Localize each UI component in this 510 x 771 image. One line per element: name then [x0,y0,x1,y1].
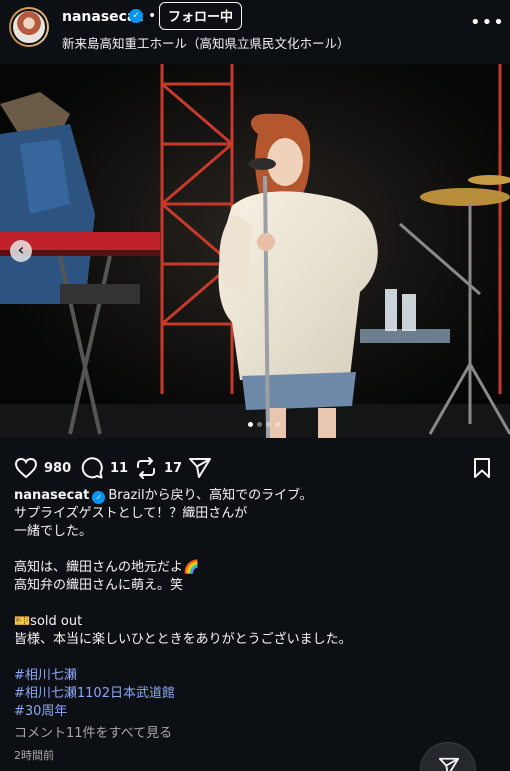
more-options-icon[interactable]: ••• [470,12,505,33]
comment-count: 11 [110,460,129,476]
hashtag-link[interactable]: #相川七瀬1102日本武道館 [14,685,494,703]
repost-count: 17 [164,460,183,476]
heart-icon [14,457,38,479]
caption-text: 一緒でした。 [14,524,93,539]
caption-text: Brazilから戻り、高知でのライブ。 [108,488,313,503]
carousel-dot [266,422,271,427]
like-count[interactable]: 980 [44,461,71,476]
concert-photo-image [0,64,510,438]
post-photo[interactable]: ‹ [0,64,510,438]
caption-blank [14,541,494,559]
carousel-dot [275,422,280,427]
caption-text: 🎫sold out [14,614,83,629]
caption-text: 皆様、本当に楽しいひとときをありがとうございました。 [14,632,352,647]
carousel-prev-button[interactable]: ‹ [10,240,32,262]
like-button[interactable]: 980 [14,456,71,480]
avatar-image [11,9,47,45]
post-caption: nanasecat ✓ Brazilから戻り、高知でのライブ。 サプライズゲストとし… [14,487,494,765]
save-button[interactable] [470,456,494,480]
hashtag-link[interactable]: #相川七瀬 [14,667,494,685]
following-button[interactable]: フォロー中 [159,2,243,30]
caption-blank [14,649,494,667]
action-bar: 980 11 17 [0,452,510,482]
caption-text: サプライズゲストとして！？織田さんが [14,506,248,521]
verified-badge-icon: ✓ [129,9,143,23]
view-all-comments-link[interactable]: コメント11件をすべて見る [14,725,494,743]
caption-text: 高知は、織田さんの地元だよ🌈 [14,560,200,575]
carousel-dot [257,422,262,427]
post-header: nanasecat ✓ • フォロー中 新来島高知重工ホール（高知県立県民文化ホ… [0,0,510,62]
caption-username[interactable]: nanasecat [14,488,89,503]
verified-badge-icon: ✓ [92,491,106,504]
avatar[interactable] [9,7,49,47]
carousel-dot-active [248,422,253,427]
message-icon [438,757,460,771]
comment-button[interactable]: 11 [80,456,128,480]
caption-first-line: nanasecat ✓ Brazilから戻り、高知でのライブ。 [14,487,494,505]
separator-dot: • [148,8,157,24]
repost-button[interactable]: 17 [134,456,182,480]
carousel-indicator [248,422,280,427]
repost-icon [137,457,155,479]
caption-blank [14,595,494,613]
send-icon [189,458,211,478]
bookmark-icon [474,458,490,478]
caption-text: 高知弁の織田さんに萌え。笑 [14,578,184,593]
share-button[interactable] [188,456,212,480]
post-location[interactable]: 新来島高知重工ホール（高知県立県民文化ホール） [62,33,350,52]
comment-icon [81,457,103,479]
hashtag-link[interactable]: #30周年 [14,703,494,721]
